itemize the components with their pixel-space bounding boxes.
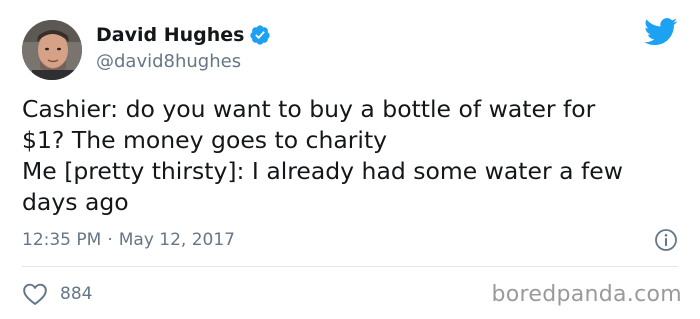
tweet-text-line: $1? The money goes to charity [22, 126, 388, 154]
like-count: 884 [60, 284, 93, 304]
like-button[interactable]: 884 [22, 282, 92, 306]
avatar[interactable] [22, 20, 82, 80]
tweet-date: May 12, 2017 [118, 230, 235, 250]
profile-photo-icon [22, 20, 82, 80]
name-row: David Hughes [96, 22, 271, 48]
twitter-bird-icon[interactable] [644, 18, 678, 46]
tweet-text: Cashier: do you want to buy a bottle of … [22, 94, 682, 218]
heart-icon [23, 283, 47, 305]
tweet-timestamp[interactable]: 12:35 PM · May 12, 2017 [22, 228, 235, 252]
tweet-time: 12:35 PM [22, 230, 102, 250]
verified-badge-icon [250, 25, 271, 45]
user-handle[interactable]: @david8hughes [96, 50, 241, 74]
tweet-text-line: days ago [22, 188, 129, 216]
tweet-text-line: Cashier: do you want to buy a bottle of … [22, 95, 596, 123]
tweet-text-line: Me [pretty thirsty]: I already had some … [22, 157, 623, 185]
tweet-card: David Hughes @david8hughes Cashier: do y… [0, 0, 700, 319]
display-name[interactable]: David Hughes [96, 22, 244, 48]
info-icon[interactable] [654, 228, 678, 252]
meta-separator: · [107, 230, 113, 250]
watermark: boredpanda.com [491, 282, 682, 307]
divider [22, 266, 678, 267]
